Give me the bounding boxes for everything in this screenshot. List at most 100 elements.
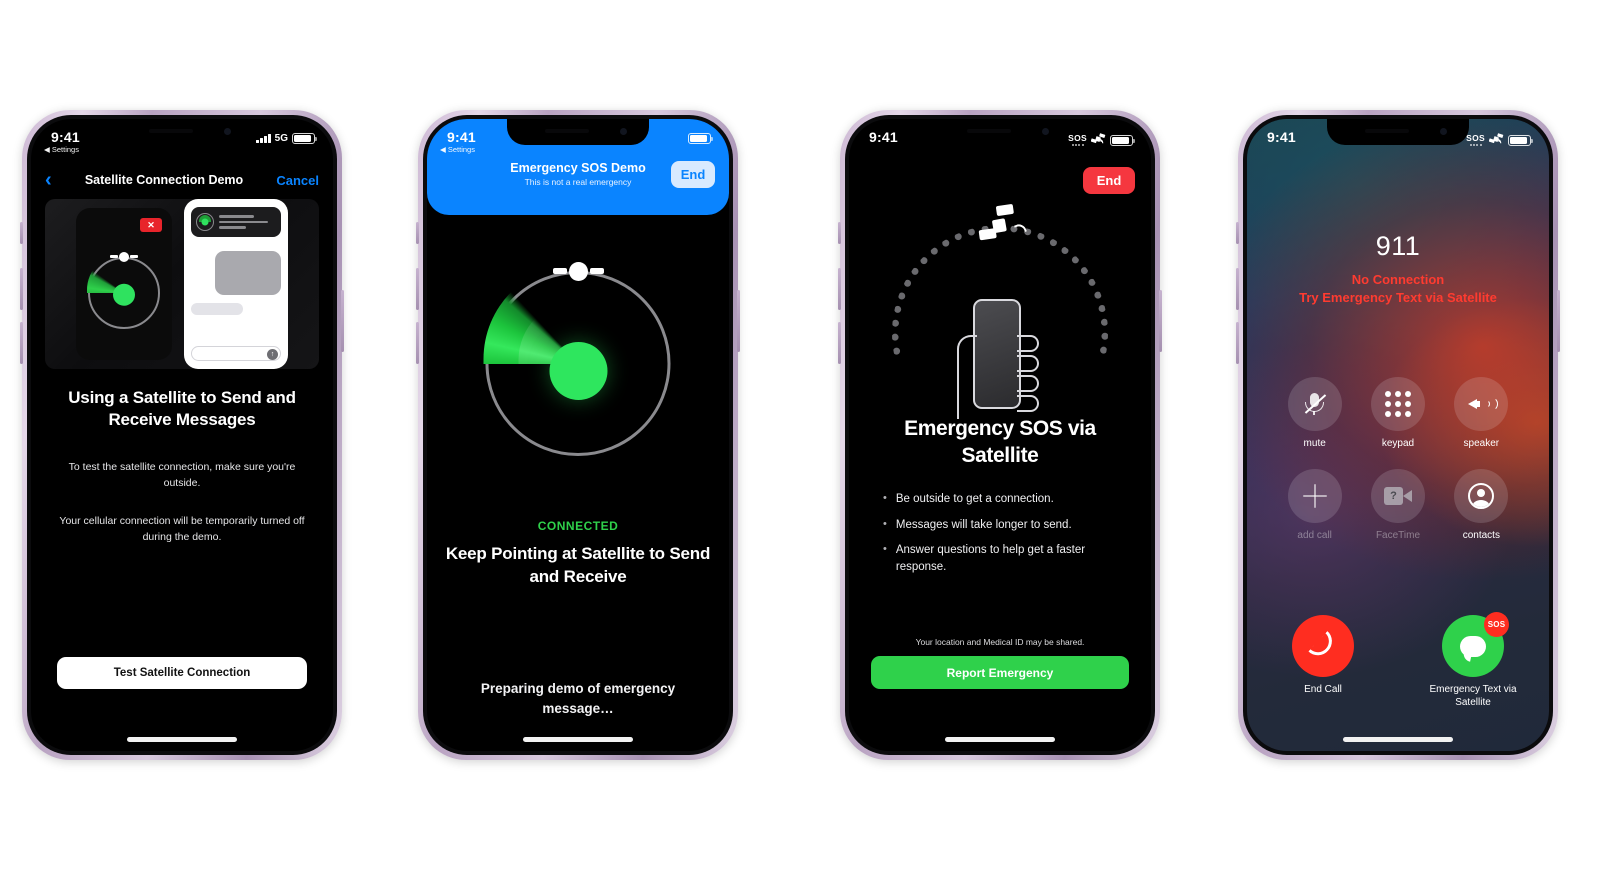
- status-bar-left: 9:41 ◀ Settings: [440, 129, 476, 154]
- cellular-signal-icon: [256, 134, 271, 143]
- footer-status-text: Preparing demo of emergency message…: [480, 681, 676, 716]
- mute-button[interactable]: mute: [1273, 377, 1356, 449]
- status-bar-left: 9:41: [869, 130, 906, 144]
- phone-screen: 9:41 SOS: [1247, 119, 1549, 751]
- cancel-button[interactable]: Cancel: [276, 173, 319, 188]
- phone-screen: Emergency SOS Demo This is not a real em…: [427, 119, 729, 751]
- emergency-text-via-satellite-button[interactable]: SOS Emergency Text via Satellite: [1423, 612, 1523, 709]
- plus-icon: [1302, 484, 1327, 508]
- contacts-icon: [1468, 483, 1495, 509]
- satellite-pointing-dial-icon: [483, 262, 673, 456]
- phone-satellite-connection-demo: 9:41 ◀ Settings 5G ‹ Satellite Connectio…: [20, 110, 344, 760]
- mute-switch[interactable]: [416, 222, 419, 244]
- bullet-dot: •: [883, 543, 887, 556]
- power-button[interactable]: [1159, 290, 1162, 352]
- volume-down-button[interactable]: [838, 322, 841, 364]
- screenshot-canvas: 9:41 ◀ Settings 5G ‹ Satellite Connectio…: [0, 0, 1600, 896]
- mute-switch[interactable]: [20, 222, 23, 244]
- facetime-button[interactable]: ? FaceTime: [1356, 469, 1439, 541]
- contacts-label: contacts: [1462, 530, 1500, 541]
- navigation-bar: ‹ Satellite Connection Demo Cancel: [31, 163, 333, 197]
- add-call-label: add call: [1297, 530, 1332, 541]
- earpiece-speaker: [545, 129, 589, 133]
- volume-up-button[interactable]: [416, 268, 419, 310]
- emergency-text-label: Emergency Text via Satellite: [1429, 684, 1517, 708]
- call-controls-grid: mute keypad speaker add call ? FaceTime …: [1273, 377, 1523, 541]
- volume-up-button[interactable]: [838, 268, 841, 310]
- notch: [111, 119, 253, 145]
- facetime-label: FaceTime: [1375, 530, 1421, 541]
- volume-down-button[interactable]: [1236, 322, 1239, 364]
- add-call-button[interactable]: add call: [1273, 469, 1356, 541]
- battery-icon: [688, 133, 713, 144]
- home-indicator[interactable]: [523, 737, 633, 742]
- volume-up-button[interactable]: [1236, 268, 1239, 310]
- phone-emergency-sos-demo: Emergency SOS Demo This is not a real em…: [416, 110, 740, 760]
- list-item: • Answer questions to help get a faster r…: [883, 542, 1129, 575]
- battery-icon: [1508, 134, 1533, 146]
- keypad-icon: [1384, 391, 1411, 417]
- status-bar-left: 9:41: [1267, 130, 1296, 144]
- status-time: 9:41: [447, 129, 476, 145]
- end-button[interactable]: End: [671, 161, 715, 188]
- messages-preview-icon: ↑: [184, 199, 288, 369]
- report-emergency-button[interactable]: Report Emergency: [871, 656, 1129, 689]
- body-paragraph-1: To test the satellite connection, make s…: [68, 461, 296, 490]
- page-title: Satellite Connection Demo: [84, 173, 244, 187]
- mute-switch[interactable]: [1236, 222, 1239, 244]
- status-bar-right: 5G: [256, 130, 317, 144]
- earpiece-speaker: [967, 129, 1011, 133]
- front-camera: [1440, 128, 1447, 135]
- status-line-1: No Connection: [1351, 272, 1445, 287]
- mic-off-icon: [1304, 392, 1326, 416]
- speaker-button[interactable]: speaker: [1440, 377, 1523, 449]
- heading: Emergency SOS via Satellite: [904, 417, 1096, 468]
- front-camera: [224, 128, 231, 135]
- power-button[interactable]: [1557, 290, 1560, 352]
- connection-status-badge: CONNECTED: [537, 519, 619, 533]
- home-indicator[interactable]: [1343, 737, 1453, 742]
- end-call-button[interactable]: End Call: [1273, 615, 1373, 709]
- chevron-left-icon[interactable]: ‹: [45, 170, 52, 190]
- list-item-label: Answer questions to help get a faster re…: [895, 544, 1086, 574]
- volume-down-button[interactable]: [20, 322, 23, 364]
- end-call-label: End Call: [1304, 684, 1342, 695]
- status-bar-right: SOS: [1466, 130, 1533, 147]
- facetime-video-icon: ?: [1383, 487, 1412, 505]
- home-indicator[interactable]: [945, 737, 1055, 742]
- phone-emergency-call-911: 9:41 SOS 911 No Connection Try Emergency…: [1236, 110, 1560, 760]
- earpiece-speaker: [149, 129, 193, 133]
- home-indicator[interactable]: [127, 737, 237, 742]
- status-back-link[interactable]: ◀ Settings: [440, 146, 476, 154]
- phone-bezel: 9:41 SOS: [1243, 115, 1553, 755]
- phone-illustration: [973, 299, 1021, 409]
- power-button[interactable]: [737, 290, 740, 352]
- demo-preview-hero: ✕ ↑: [45, 199, 319, 369]
- end-button[interactable]: End: [1083, 167, 1135, 194]
- battery-icon: [292, 133, 317, 144]
- call-number: 911: [1375, 231, 1421, 261]
- status-bar-right: SOS: [1068, 130, 1135, 147]
- status-line-2: Try Emergency Text via Satellite: [1299, 289, 1497, 305]
- end-call-handset-icon: [1308, 630, 1338, 662]
- status-back-link[interactable]: ◀ Settings: [44, 146, 80, 154]
- message-input[interactable]: ↑: [191, 346, 281, 361]
- status-time: 9:41: [1267, 129, 1296, 145]
- call-status-text: No Connection Try Emergency Text via Sat…: [1255, 271, 1541, 306]
- volume-up-button[interactable]: [20, 268, 23, 310]
- test-satellite-connection-button[interactable]: Test Satellite Connection: [57, 657, 307, 689]
- power-button[interactable]: [341, 290, 344, 352]
- front-camera: [1042, 128, 1049, 135]
- status-time: 9:41: [869, 130, 906, 144]
- messages-icon: [1460, 635, 1486, 657]
- volume-down-button[interactable]: [416, 322, 419, 364]
- phone-bezel: 9:41 ◀ Settings 5G ‹ Satellite Connectio…: [27, 115, 337, 755]
- keypad-button[interactable]: keypad: [1356, 377, 1439, 449]
- sos-status-icon: SOS: [1068, 134, 1087, 146]
- satellite-radar-icon: ✕: [76, 208, 172, 360]
- mute-switch[interactable]: [838, 222, 841, 244]
- notch: [929, 119, 1071, 145]
- sos-badge: SOS: [1484, 612, 1509, 637]
- contacts-button[interactable]: contacts: [1440, 469, 1523, 541]
- list-item: • Be outside to get a connection.: [883, 491, 1129, 508]
